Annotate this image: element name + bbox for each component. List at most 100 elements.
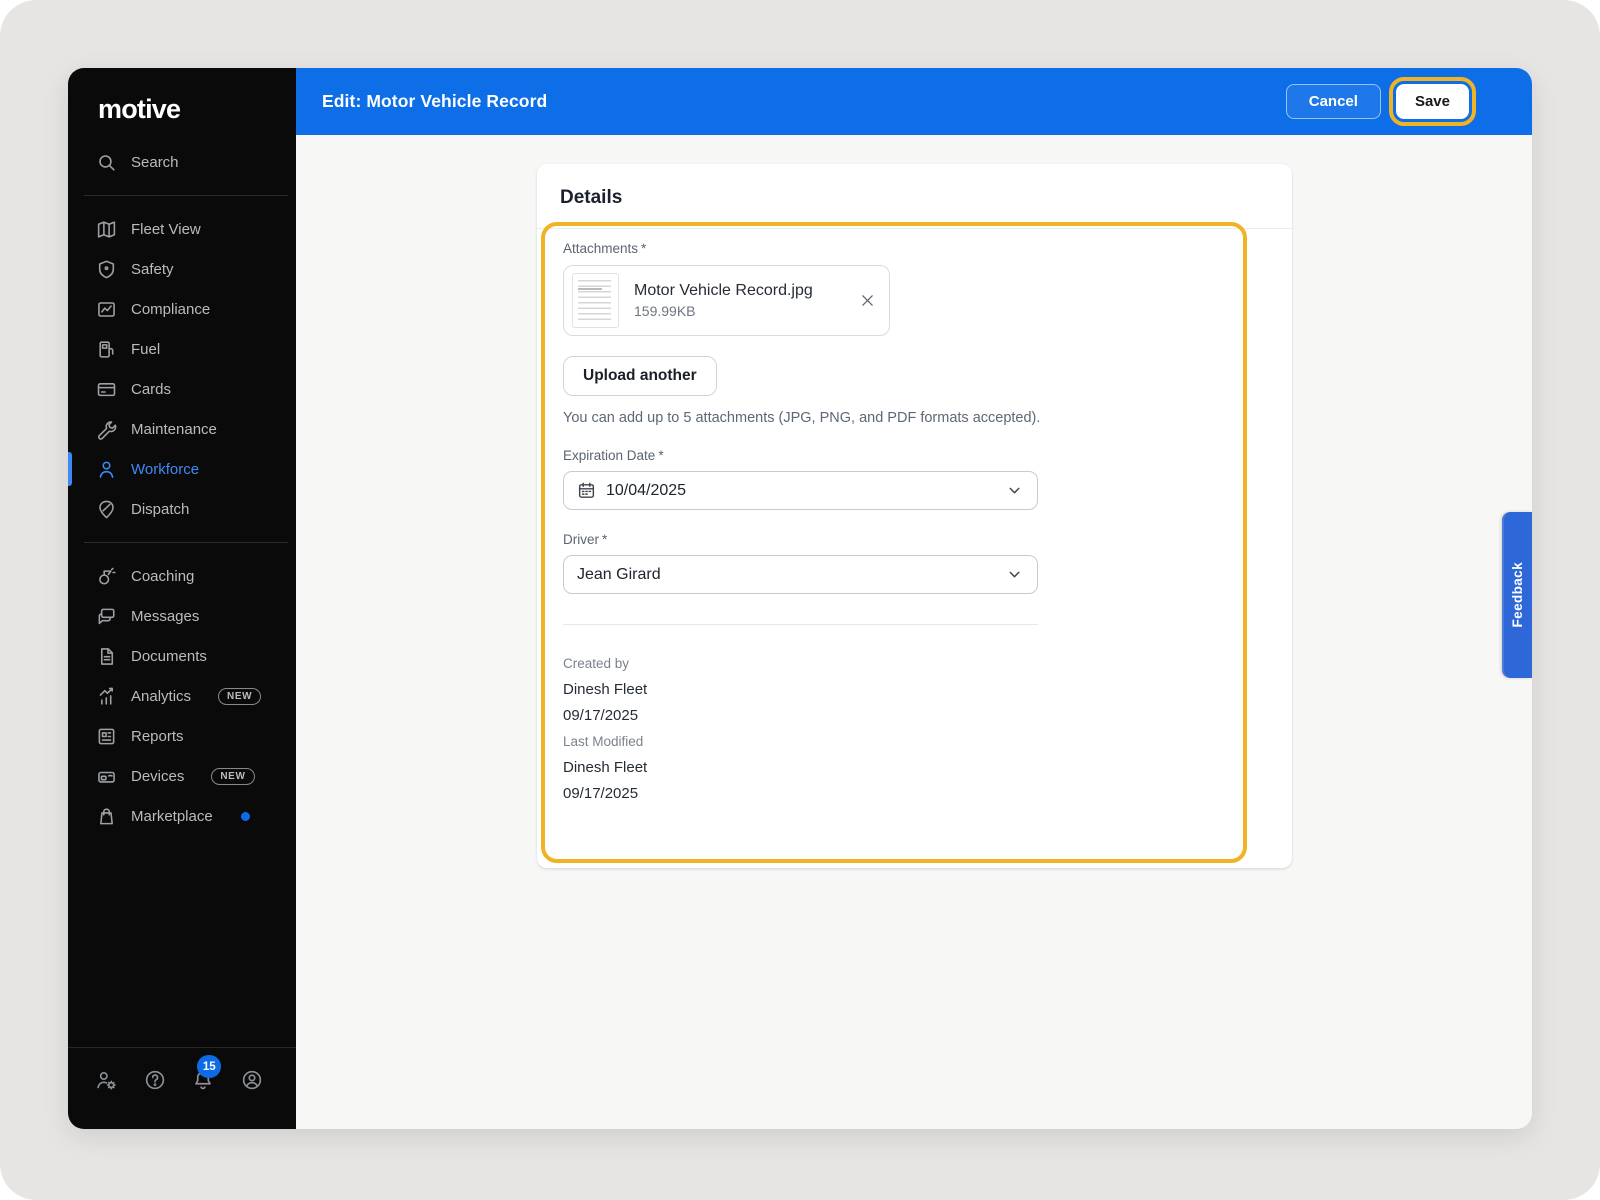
sidebar-item-coaching[interactable]: Coaching (68, 556, 296, 596)
sidebar-item-label: Documents (131, 647, 207, 665)
document-icon (96, 646, 117, 667)
whistle-icon (96, 566, 117, 587)
sidebar-item-label: Coaching (131, 567, 195, 585)
record-meta: Created by Dinesh Fleet 09/17/2025 Last … (563, 651, 1223, 807)
last-modified-date: 09/17/2025 (563, 785, 639, 802)
remove-attachment-icon[interactable] (859, 292, 876, 309)
save-button[interactable]: Save (1388, 77, 1477, 126)
expiration-date-value: 10/04/2025 (606, 481, 687, 499)
new-badge: NEW (218, 687, 262, 705)
sidebar-item-cards[interactable]: Cards (68, 369, 296, 409)
driver-value: Jean Girard (577, 565, 661, 583)
driver-select[interactable]: Jean Girard (563, 555, 1038, 594)
sidebar-item-label: Marketplace (131, 807, 213, 825)
person-icon (96, 459, 117, 480)
new-badge: NEW (211, 767, 255, 785)
notification-count-badge: 15 (197, 1055, 222, 1078)
account-icon[interactable] (241, 1069, 263, 1091)
header-actions: Cancel Save (1285, 77, 1477, 126)
sidebar-item-label: Fuel (131, 340, 161, 358)
page-title: Edit: Motor Vehicle Record (322, 91, 548, 111)
attachment-info: Motor Vehicle Record.jpg 159.99KB (634, 282, 813, 319)
screenshot-canvas: motive Search Fleet View Safety Complian… (0, 0, 1600, 1200)
driver-label: Driver * (563, 532, 608, 547)
search-icon (96, 152, 117, 173)
chat-bubbles-icon (96, 606, 117, 627)
attachment-thumbnail (572, 273, 619, 328)
card-title: Details (560, 187, 623, 208)
cancel-button[interactable]: Cancel (1285, 84, 1381, 119)
compliance-icon (96, 299, 117, 320)
device-icon (96, 766, 117, 787)
sidebar-divider (84, 542, 288, 543)
attachments-helper-text: You can add up to 5 attachments (JPG, PN… (563, 410, 1041, 426)
attachment-filesize: 159.99KB (634, 303, 696, 319)
sidebar-item-label: Compliance (131, 300, 211, 318)
feedback-tab[interactable]: Feedback (1502, 512, 1532, 678)
fuel-pump-icon (96, 339, 117, 360)
sidebar-item-workforce[interactable]: Workforce (68, 449, 296, 489)
required-marker: * (641, 241, 647, 256)
sidebar-item-safety[interactable]: Safety (68, 249, 296, 289)
meta-divider (563, 624, 1038, 625)
last-modified-name: Dinesh Fleet (563, 759, 648, 776)
upload-another-button[interactable]: Upload another (563, 356, 717, 396)
attachment-filename: Motor Vehicle Record.jpg (634, 282, 813, 299)
sidebar-item-label: Messages (131, 607, 200, 625)
page-header: Edit: Motor Vehicle Record Cancel Save (296, 68, 1532, 135)
feedback-tab-label: Feedback (1509, 562, 1525, 628)
sidebar-item-label: Cards (131, 380, 172, 398)
sidebar-item-dispatch[interactable]: Dispatch (68, 489, 296, 529)
expiration-date-label: Expiration Date * (563, 448, 664, 463)
sidebar-item-reports[interactable]: Reports (68, 716, 296, 756)
dispatch-pin-icon (96, 499, 117, 520)
created-by-label: Created by (563, 656, 630, 671)
sidebar-search[interactable]: Search (68, 142, 296, 182)
sidebar-item-label: Maintenance (131, 420, 217, 438)
sidebar-item-analytics[interactable]: Analytics NEW (68, 676, 296, 716)
created-by-date: 09/17/2025 (563, 707, 639, 724)
sidebar-item-marketplace[interactable]: Marketplace (68, 796, 296, 836)
notifications-bell-icon[interactable]: 15 (192, 1055, 222, 1091)
chevron-down-icon (1005, 481, 1024, 500)
sidebar-search-label: Search (131, 153, 179, 171)
app-window: motive Search Fleet View Safety Complian… (68, 68, 1532, 1129)
sidebar-item-documents[interactable]: Documents (68, 636, 296, 676)
sidebar-item-label: Devices (131, 767, 185, 785)
sidebar-item-fuel[interactable]: Fuel (68, 329, 296, 369)
chevron-down-icon (1005, 565, 1024, 584)
shield-icon (96, 259, 117, 280)
sidebar-footer: 15 (68, 1047, 296, 1129)
last-modified-label: Last Modified (563, 734, 644, 749)
calendar-icon (577, 481, 596, 500)
attachment-chip: Motor Vehicle Record.jpg 159.99KB (563, 265, 890, 336)
wrench-icon (96, 419, 117, 440)
report-icon (96, 726, 117, 747)
sidebar-item-label: Safety (131, 260, 174, 278)
sidebar-divider (84, 195, 288, 196)
created-by-name: Dinesh Fleet (563, 681, 648, 698)
sidebar-item-label: Reports (131, 727, 184, 745)
expiration-date-picker[interactable]: 10/04/2025 (563, 471, 1038, 510)
sidebar-item-label: Workforce (131, 460, 200, 478)
content-area: Details Attachments * Motor Vehicle Recor… (296, 135, 1532, 1129)
admin-users-button[interactable] (95, 1069, 117, 1091)
motive-logo: motive (98, 94, 181, 124)
sidebar-item-maintenance[interactable]: Maintenance (68, 409, 296, 449)
sidebar-item-messages[interactable]: Messages (68, 596, 296, 636)
sidebar: motive Search Fleet View Safety Complian… (68, 68, 296, 1129)
sidebar-item-label: Fleet View (131, 220, 201, 238)
sidebar-item-compliance[interactable]: Compliance (68, 289, 296, 329)
active-indicator (68, 452, 72, 486)
required-marker: * (602, 532, 608, 547)
attachments-label: Attachments * (563, 241, 647, 256)
details-card: Details Attachments * Motor Vehicle Recor… (537, 164, 1292, 868)
sidebar-item-devices[interactable]: Devices NEW (68, 756, 296, 796)
help-icon[interactable] (144, 1069, 166, 1091)
credit-card-icon (96, 379, 117, 400)
required-marker: * (658, 448, 664, 463)
main-area: Edit: Motor Vehicle Record Cancel Save D… (296, 68, 1532, 1129)
sidebar-item-label: Dispatch (131, 500, 190, 518)
shopping-bag-icon (96, 806, 117, 827)
sidebar-item-fleet-view[interactable]: Fleet View (68, 209, 296, 249)
